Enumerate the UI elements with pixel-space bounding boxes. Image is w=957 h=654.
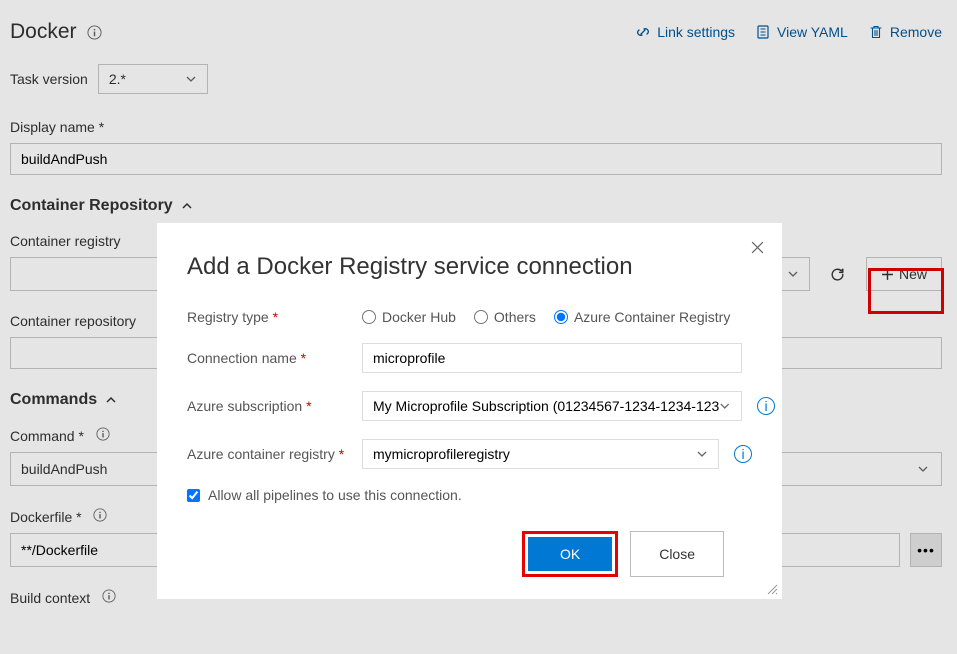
highlight-ok-button: OK — [522, 531, 618, 577]
add-registry-dialog: Add a Docker Registry service connection… — [157, 223, 782, 599]
azure-subscription-select[interactable]: My Microprofile Subscription (01234567-1… — [362, 391, 742, 421]
connection-name-label: Connection name * — [187, 350, 362, 366]
ok-button[interactable]: OK — [528, 537, 612, 571]
chevron-down-icon — [719, 400, 731, 412]
connection-name-input[interactable] — [362, 343, 742, 373]
radio-azure-container-registry[interactable]: Azure Container Registry — [554, 309, 730, 325]
azure-registry-label: Azure container registry * — [187, 446, 362, 462]
info-icon[interactable]: i — [734, 445, 752, 463]
dialog-title: Add a Docker Registry service connection — [187, 253, 752, 281]
info-icon[interactable]: i — [757, 397, 775, 415]
allow-pipelines-checkbox[interactable] — [187, 489, 200, 502]
close-dialog-button[interactable] — [751, 241, 764, 259]
azure-registry-select[interactable]: mymicroprofileregistry — [362, 439, 719, 469]
registry-type-label: Registry type * — [187, 309, 362, 325]
resize-handle-icon[interactable] — [764, 581, 778, 595]
radio-docker-hub[interactable]: Docker Hub — [362, 309, 456, 325]
chevron-down-icon — [696, 448, 708, 460]
radio-others[interactable]: Others — [474, 309, 536, 325]
azure-subscription-label: Azure subscription * — [187, 398, 362, 414]
registry-type-radio-group: Docker Hub Others Azure Container Regist… — [362, 309, 730, 325]
close-icon — [751, 241, 764, 254]
allow-pipelines-label: Allow all pipelines to use this connecti… — [208, 487, 462, 503]
close-button[interactable]: Close — [630, 531, 724, 577]
